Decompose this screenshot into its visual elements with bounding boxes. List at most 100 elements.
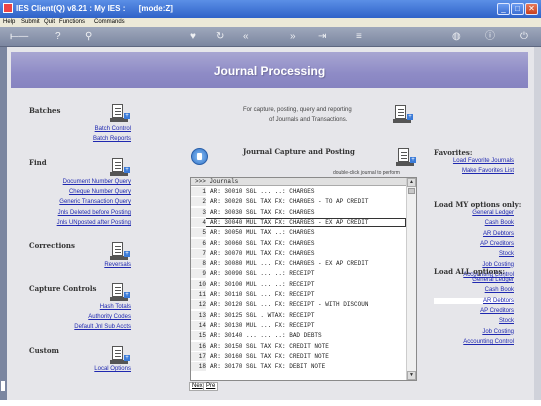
journal-row[interactable]: 2 AR: 30020 SGL TAX FX: CHARGES - TO AP C… xyxy=(191,197,406,207)
favorites-heading: Favorites: xyxy=(434,148,473,157)
journal-row[interactable]: 12 AR: 30120 SGL ... FX: RECEIPT - WITH D… xyxy=(191,300,406,310)
link-load-all-3[interactable]: AP Creditors xyxy=(480,308,514,314)
row-number: 7 xyxy=(191,248,206,258)
refresh-icon[interactable]: ↻ xyxy=(216,31,224,42)
journal-row[interactable]: 5 AR: 30050 MUL TAX ..: CHARGES xyxy=(191,228,406,238)
capture-controls-icon[interactable]: + xyxy=(110,283,130,301)
menu-quit[interactable]: Quit xyxy=(44,19,55,25)
forward-icon[interactable]: » xyxy=(290,31,296,42)
row-text: AR: 30125 SGL . WTAX: RECEIPT xyxy=(210,311,315,319)
link-batch-control[interactable]: Batch Control xyxy=(95,126,131,132)
back-icon[interactable]: « xyxy=(243,31,249,42)
corrections-icon[interactable]: + xyxy=(110,242,130,260)
journal-row[interactable]: 10 AR: 30100 MUL ... ..: RECEIPT xyxy=(191,279,406,289)
link-load-all-1[interactable]: Cash Book xyxy=(485,287,514,293)
row-number: 16 xyxy=(191,341,206,351)
help-icon[interactable]: ? xyxy=(55,31,61,42)
info-icon[interactable]: ⓘ xyxy=(485,31,495,42)
globe-icon[interactable]: ◍ xyxy=(452,31,461,42)
link-batch-reports[interactable]: Batch Reports xyxy=(93,136,131,142)
menu-functions[interactable]: Functions xyxy=(59,19,85,25)
find-heading: Find xyxy=(29,158,47,167)
find-icon[interactable]: + xyxy=(110,158,130,176)
row-text: AR: 30120 SGL ... FX: RECEIPT - WITH DIS… xyxy=(210,301,369,309)
row-number: 9 xyxy=(191,269,206,279)
exit-icon[interactable]: ⟝— xyxy=(10,31,28,42)
row-text: AR: 30130 MUL ... FX: RECEIPT xyxy=(210,321,315,329)
tab-icon[interactable]: ⇥ xyxy=(318,31,326,42)
journal-capture-icon[interactable]: + xyxy=(396,148,416,166)
journal-row[interactable]: 3 AR: 30030 SGL TAX FX: CHARGES xyxy=(191,207,406,217)
batches-icon[interactable]: + xyxy=(110,104,130,122)
link-cheque-number-query[interactable]: Cheque Number Query xyxy=(69,189,131,195)
info-circle-icon xyxy=(191,148,208,165)
journal-row[interactable]: 14 AR: 30130 MUL ... FX: RECEIPT xyxy=(191,320,406,330)
link-load-my-3[interactable]: AP Creditors xyxy=(480,241,514,247)
maximize-button[interactable]: □ xyxy=(511,3,524,15)
journal-row[interactable]: 13 AR: 30125 SGL . WTAX: RECEIPT xyxy=(191,310,406,320)
link-load-my-0[interactable]: General Ledger xyxy=(472,210,514,216)
link-default-jnl-sub-accts[interactable]: Default Jnl Sub Accts xyxy=(74,324,131,330)
row-number: 15 xyxy=(191,331,206,341)
side-marker xyxy=(1,381,5,391)
prev-button[interactable]: Pre xyxy=(203,382,219,391)
link-load-favorite-journals[interactable]: Load Favorite Journals xyxy=(453,158,514,164)
menu-help[interactable]: Help xyxy=(3,19,15,25)
journal-row[interactable]: 18 AR: 30170 SGL TAX FX: DEBIT NOTE xyxy=(191,362,406,372)
menu-icon[interactable]: ≡ xyxy=(356,31,362,42)
row-number: 18 xyxy=(191,362,206,372)
journal-row[interactable]: 11 AR: 30110 SGL ... FX: RECEIPT xyxy=(191,290,406,299)
info-line-1: For capture, posting, query and reportin… xyxy=(243,107,352,113)
journal-row[interactable]: 8 AR: 30080 MUL ... FX: CHARGES - EX AP C… xyxy=(191,259,406,269)
menu-commands[interactable]: Commands xyxy=(94,19,125,25)
scroll-up-icon[interactable]: ▲ xyxy=(407,178,416,187)
link-local-options[interactable]: Local Options xyxy=(94,366,131,372)
link-load-all-5[interactable]: Job Costing xyxy=(482,329,514,335)
link-load-my-4[interactable]: Stock xyxy=(499,251,514,257)
capture-controls-heading: Capture Controls xyxy=(29,284,97,293)
search-icon[interactable]: ⚲ xyxy=(85,31,92,42)
menu-submit[interactable]: Submit xyxy=(21,19,40,25)
journal-row[interactable]: 1 AR: 30010 SGL ... ..: CHARGES xyxy=(191,187,406,196)
link-load-all-0[interactable]: General Ledger xyxy=(472,277,514,283)
info-line-2: of Journals and Transactions. xyxy=(269,117,348,123)
toolbar: ⟝— ? ⚲ ♥ ↻ « » ⇥ ≡ ◍ ⓘ ⏻ xyxy=(0,27,541,47)
power-icon[interactable]: ⏻ xyxy=(520,31,528,42)
row-number: 4 xyxy=(191,217,206,227)
scroll-down-icon[interactable]: ▼ xyxy=(407,371,416,380)
list-scrollbar[interactable]: ▲ ▼ xyxy=(406,178,416,380)
journal-row[interactable]: 4 AR: 30040 MUL TAX FX: CHARGES - EX AP C… xyxy=(191,217,406,227)
journal-row[interactable]: 9 AR: 30090 SGL ... ..: RECEIPT xyxy=(191,269,406,279)
row-number: 10 xyxy=(191,279,206,289)
journal-row[interactable]: 17 AR: 30160 SGL TAX FX: CREDIT NOTE xyxy=(191,351,406,361)
journal-row[interactable]: 6 AR: 30060 SGL TAX FX: CHARGES xyxy=(191,238,406,248)
close-button[interactable]: ✕ xyxy=(525,3,538,15)
load-my-heading: Load MY options only: xyxy=(434,200,522,209)
minimize-button[interactable]: _ xyxy=(497,3,510,15)
link-load-all-4[interactable]: Stock xyxy=(499,318,514,324)
link-load-all-2[interactable]: AR Debtors xyxy=(434,297,514,304)
link-hash-totals[interactable]: Hash Totals xyxy=(100,304,131,310)
row-number: 11 xyxy=(191,290,206,299)
journal-row[interactable]: 7 AR: 30070 MUL TAX FX: CHARGES xyxy=(191,248,406,258)
journal-list[interactable]: >>> Journals 1 AR: 30010 SGL ... ..: CHAR… xyxy=(190,177,417,381)
link-load-all-6[interactable]: Accounting Control xyxy=(463,339,514,345)
row-text: AR: 30100 MUL ... ..: RECEIPT xyxy=(210,280,315,288)
custom-icon[interactable]: + xyxy=(110,346,130,364)
link-make-favorites-list[interactable]: Make Favorites List xyxy=(462,168,514,174)
link-authority-codes[interactable]: Authority Codes xyxy=(88,314,131,320)
link-jnls-unposted[interactable]: Jnls UNposted after Posting xyxy=(57,220,131,226)
link-jnls-deleted[interactable]: Jnls Deleted before Posting xyxy=(58,210,131,216)
link-reversals[interactable]: Reversals xyxy=(104,262,131,268)
scroll-thumb[interactable] xyxy=(408,188,415,194)
link-generic-transaction-query[interactable]: Generic Transaction Query xyxy=(59,199,131,205)
list-header: >>> Journals xyxy=(191,178,406,186)
journal-row[interactable]: 15 AR: 30140 ... ... ..: BAD DEBTS xyxy=(191,331,406,341)
heart-icon[interactable]: ♥ xyxy=(190,31,196,42)
center-page-icon: + xyxy=(393,105,413,123)
link-document-number-query[interactable]: Document Number Query xyxy=(63,179,131,185)
link-load-my-1[interactable]: Cash Book xyxy=(485,220,514,226)
journal-row[interactable]: 16 AR: 30150 SGL TAX FX: CREDIT NOTE xyxy=(191,341,406,351)
page-title: Journal Processing xyxy=(213,64,326,78)
link-load-my-2[interactable]: AR Debtors xyxy=(483,231,514,237)
